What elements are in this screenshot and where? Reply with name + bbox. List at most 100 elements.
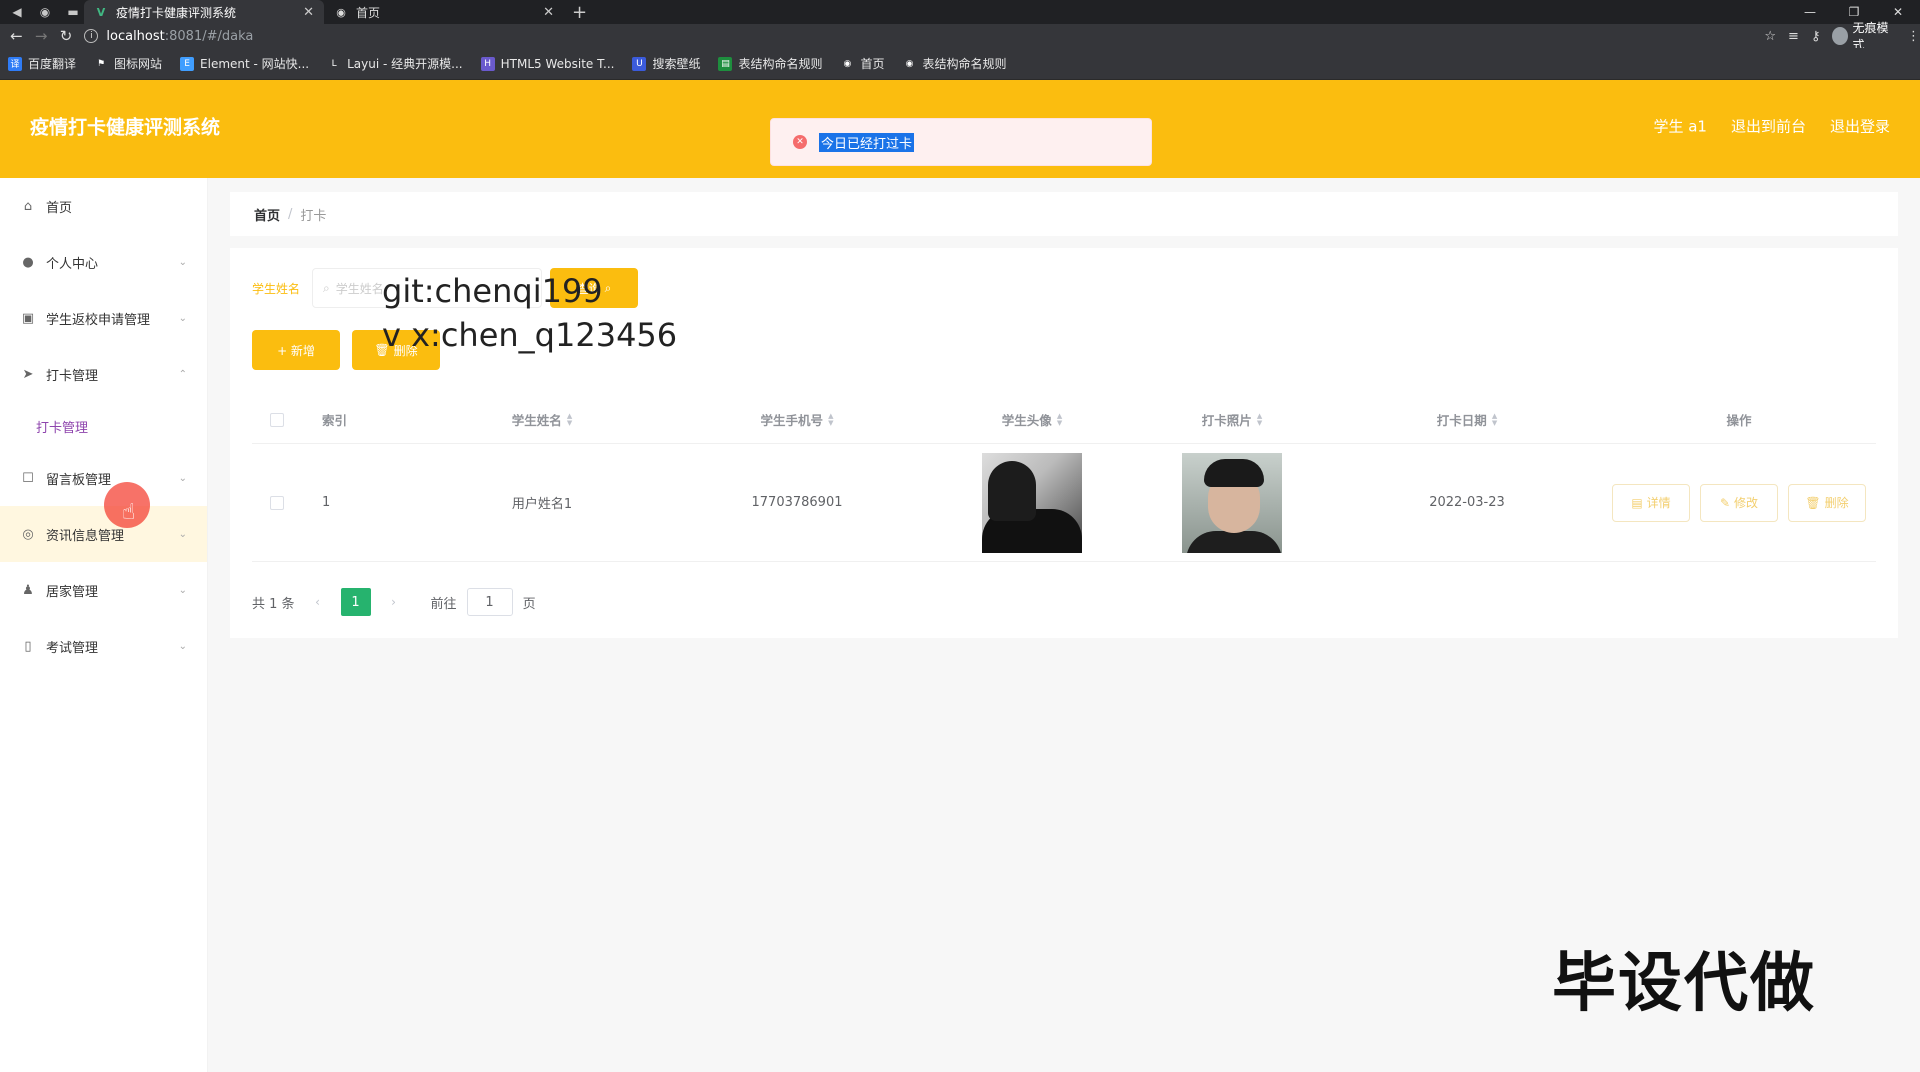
chevron-down-icon: ⌄: [178, 528, 187, 540]
sidebar-item-home-management[interactable]: ♟ 居家管理 ⌄: [0, 562, 207, 618]
document-icon: ▤: [1631, 495, 1643, 510]
page-number[interactable]: 1: [340, 588, 371, 616]
pager-unit: 页: [522, 596, 536, 612]
trash-icon: 🗑: [1805, 495, 1821, 510]
sort-icon[interactable]: ▲ ▼: [828, 412, 833, 427]
bookmark-item[interactable]: H HTML5 Website T...: [480, 56, 614, 71]
row-checkbox[interactable]: [252, 495, 312, 510]
new-tab-icon[interactable]: +: [572, 2, 587, 23]
sidebar-item-home[interactable]: ⌂ 首页: [0, 178, 207, 234]
edit-button[interactable]: ✎ 修改: [1700, 483, 1778, 522]
select-all-checkbox[interactable]: [252, 412, 312, 427]
breadcrumb: 首页 / 打卡: [230, 192, 1898, 236]
submenu-item-checkin[interactable]: 打卡管理: [0, 402, 207, 450]
back-to-front-link[interactable]: 退出到前台: [1731, 116, 1806, 137]
bookmark-item[interactable]: E Element - 网站快...: [180, 55, 309, 72]
search-label: 学生姓名: [252, 281, 301, 296]
cell-avatar: [932, 452, 1132, 553]
sort-icon[interactable]: ▲ ▼: [1057, 412, 1062, 427]
sidebar-item-profile[interactable]: ● 个人中心 ⌄: [0, 234, 207, 290]
media-icon[interactable]: ◀: [6, 1, 28, 23]
breadcrumb-current: 打卡: [300, 208, 327, 224]
reading-list-icon[interactable]: ≡: [1788, 29, 1799, 44]
header-phone[interactable]: 学生手机号 ▲ ▼: [662, 410, 932, 429]
pager-total: 共 1 条: [252, 596, 295, 612]
close-icon[interactable]: ✕: [303, 5, 314, 20]
bookmark-item[interactable]: ⚑ 图标网站: [94, 55, 162, 72]
sidebar-item-exam[interactable]: ▯ 考试管理 ⌄: [0, 618, 207, 674]
detail-button[interactable]: ▤ 详情: [1612, 483, 1690, 522]
exam-icon: ▯: [24, 638, 32, 654]
bookmark-item[interactable]: ▤ 表结构命名规则: [718, 55, 822, 72]
sidebar-item-checkin[interactable]: ➤ 打卡管理 ⌃: [0, 346, 207, 402]
tab-home[interactable]: ◉ 首页 ✕: [324, 0, 564, 24]
more-icon[interactable]: ⋮: [1907, 29, 1920, 44]
watermark-text: 毕设代做: [1552, 947, 1816, 1021]
header-date[interactable]: 打卡日期 ▲ ▼: [1332, 410, 1602, 429]
breadcrumb-home[interactable]: 首页: [254, 205, 280, 224]
checkin-photo-image[interactable]: [1182, 452, 1282, 553]
bookmark-item[interactable]: 译百度翻译: [8, 55, 76, 72]
sidebar-item-message-board[interactable]: ☐ 留言板管理 ⌄: [0, 450, 207, 506]
pagination: 共 1 条 ‹ 1 › 前往 1 页: [252, 588, 536, 616]
app-title: 疫情打卡健康评测系统: [30, 116, 221, 139]
row-delete-button[interactable]: 🗑 删除: [1788, 483, 1866, 522]
star-icon[interactable]: ☆: [1764, 29, 1776, 44]
address-bar: ← → ↻ i localhost :8081/#/daka ☆ ≡ ⚷ 无痕模…: [0, 21, 1920, 52]
search-icon: ⌕: [604, 280, 612, 295]
sidebar-item-return-application[interactable]: ▣ 学生返校申请管理 ⌄: [0, 290, 207, 346]
bookmark-item[interactable]: ◉ 首页: [840, 55, 885, 72]
layui-icon: L: [331, 58, 337, 69]
clipboard-icon: ▣: [21, 310, 35, 326]
element-icon: E: [180, 56, 195, 71]
pager-goto-input[interactable]: 1: [466, 588, 513, 616]
back-icon[interactable]: ←: [4, 24, 29, 48]
url-field[interactable]: i localhost :8081/#/daka: [84, 25, 1644, 47]
student-avatar-image[interactable]: [982, 452, 1082, 553]
error-icon: ✕: [793, 135, 807, 149]
header-avatar[interactable]: 学生头像 ▲ ▼: [932, 410, 1132, 429]
tab-active[interactable]: V 疫情打卡健康评测系统 ✕: [84, 0, 324, 24]
globe-icon: ◉: [905, 58, 914, 69]
prev-page-icon[interactable]: ‹: [305, 588, 331, 616]
url-path: :8081/#/daka: [164, 28, 254, 44]
header-name[interactable]: 学生姓名 ▲ ▼: [422, 410, 662, 429]
sort-icon[interactable]: ▲ ▼: [567, 412, 572, 427]
bookmark-item[interactable]: U 搜索壁纸: [632, 55, 700, 72]
forward-icon[interactable]: →: [29, 24, 54, 48]
chevron-down-icon: ⌄: [178, 640, 187, 652]
add-button[interactable]: + 新增: [252, 330, 340, 370]
sidebar-item-news[interactable]: ◎ 资讯信息管理 ⌄: [0, 506, 207, 562]
globe-icon[interactable]: ◉: [34, 1, 56, 23]
person-icon: ♟: [22, 582, 34, 598]
chevron-down-icon: ⌄: [178, 312, 187, 324]
sidebar-item-label: 考试管理: [46, 640, 99, 656]
cell-index: 1: [322, 495, 331, 510]
tab-title: 疫情打卡健康评测系统: [116, 5, 237, 20]
checkin-table: 索引 学生姓名 ▲ ▼ 学生手机号 ▲ ▼ 学生头像 ▲ ▼ 打卡照片 ▲ ▼ 打卡日期 ▲ ▼ 操…: [252, 396, 1876, 562]
search-icon: ⌕: [323, 280, 330, 295]
key-icon[interactable]: ⚷: [1811, 29, 1821, 44]
logout-link[interactable]: 退出登录: [1830, 116, 1890, 137]
current-user: 学生 a1: [1653, 117, 1707, 136]
bookmark-item[interactable]: ◉ 表结构命名规则: [903, 55, 1007, 72]
window-icon[interactable]: ▬: [62, 1, 84, 23]
overlay-text-vx: v x:chen_q123456: [382, 316, 678, 354]
sort-icon[interactable]: ▲ ▼: [1257, 412, 1262, 427]
browser-tab-bar: ◀ ◉ ▬ V 疫情打卡健康评测系统 ✕ ◉ 首页 ✕ + — ❐ ✕: [0, 0, 1920, 24]
sidebar-item-label: 留言板管理: [46, 472, 112, 488]
close-icon[interactable]: ✕: [543, 5, 554, 20]
cell-phone: 17703786901: [751, 495, 843, 510]
translate-icon: 译: [8, 56, 22, 71]
header-photo[interactable]: 打卡照片 ▲ ▼: [1132, 410, 1332, 429]
bookmark-item[interactable]: L Layui - 经典开源模...: [327, 55, 463, 72]
sort-icon[interactable]: ▲ ▼: [1492, 412, 1497, 427]
content-card: 学生姓名 ⌕ 学生姓名 查询 ⌕ + 新增 🗑 删除 git:chenqi199…: [230, 248, 1898, 638]
next-page-icon[interactable]: ›: [381, 588, 407, 616]
info-icon[interactable]: i: [84, 29, 99, 43]
bookmarks-bar: 译百度翻译 ⚑ 图标网站 E Element - 网站快... L Layui - 经…: [0, 48, 1920, 80]
reload-icon[interactable]: ↻: [54, 24, 79, 48]
sidebar-item-label: 个人中心: [46, 256, 99, 272]
sidebar-item-label: 居家管理: [46, 584, 99, 600]
user-icon: ●: [22, 254, 34, 270]
